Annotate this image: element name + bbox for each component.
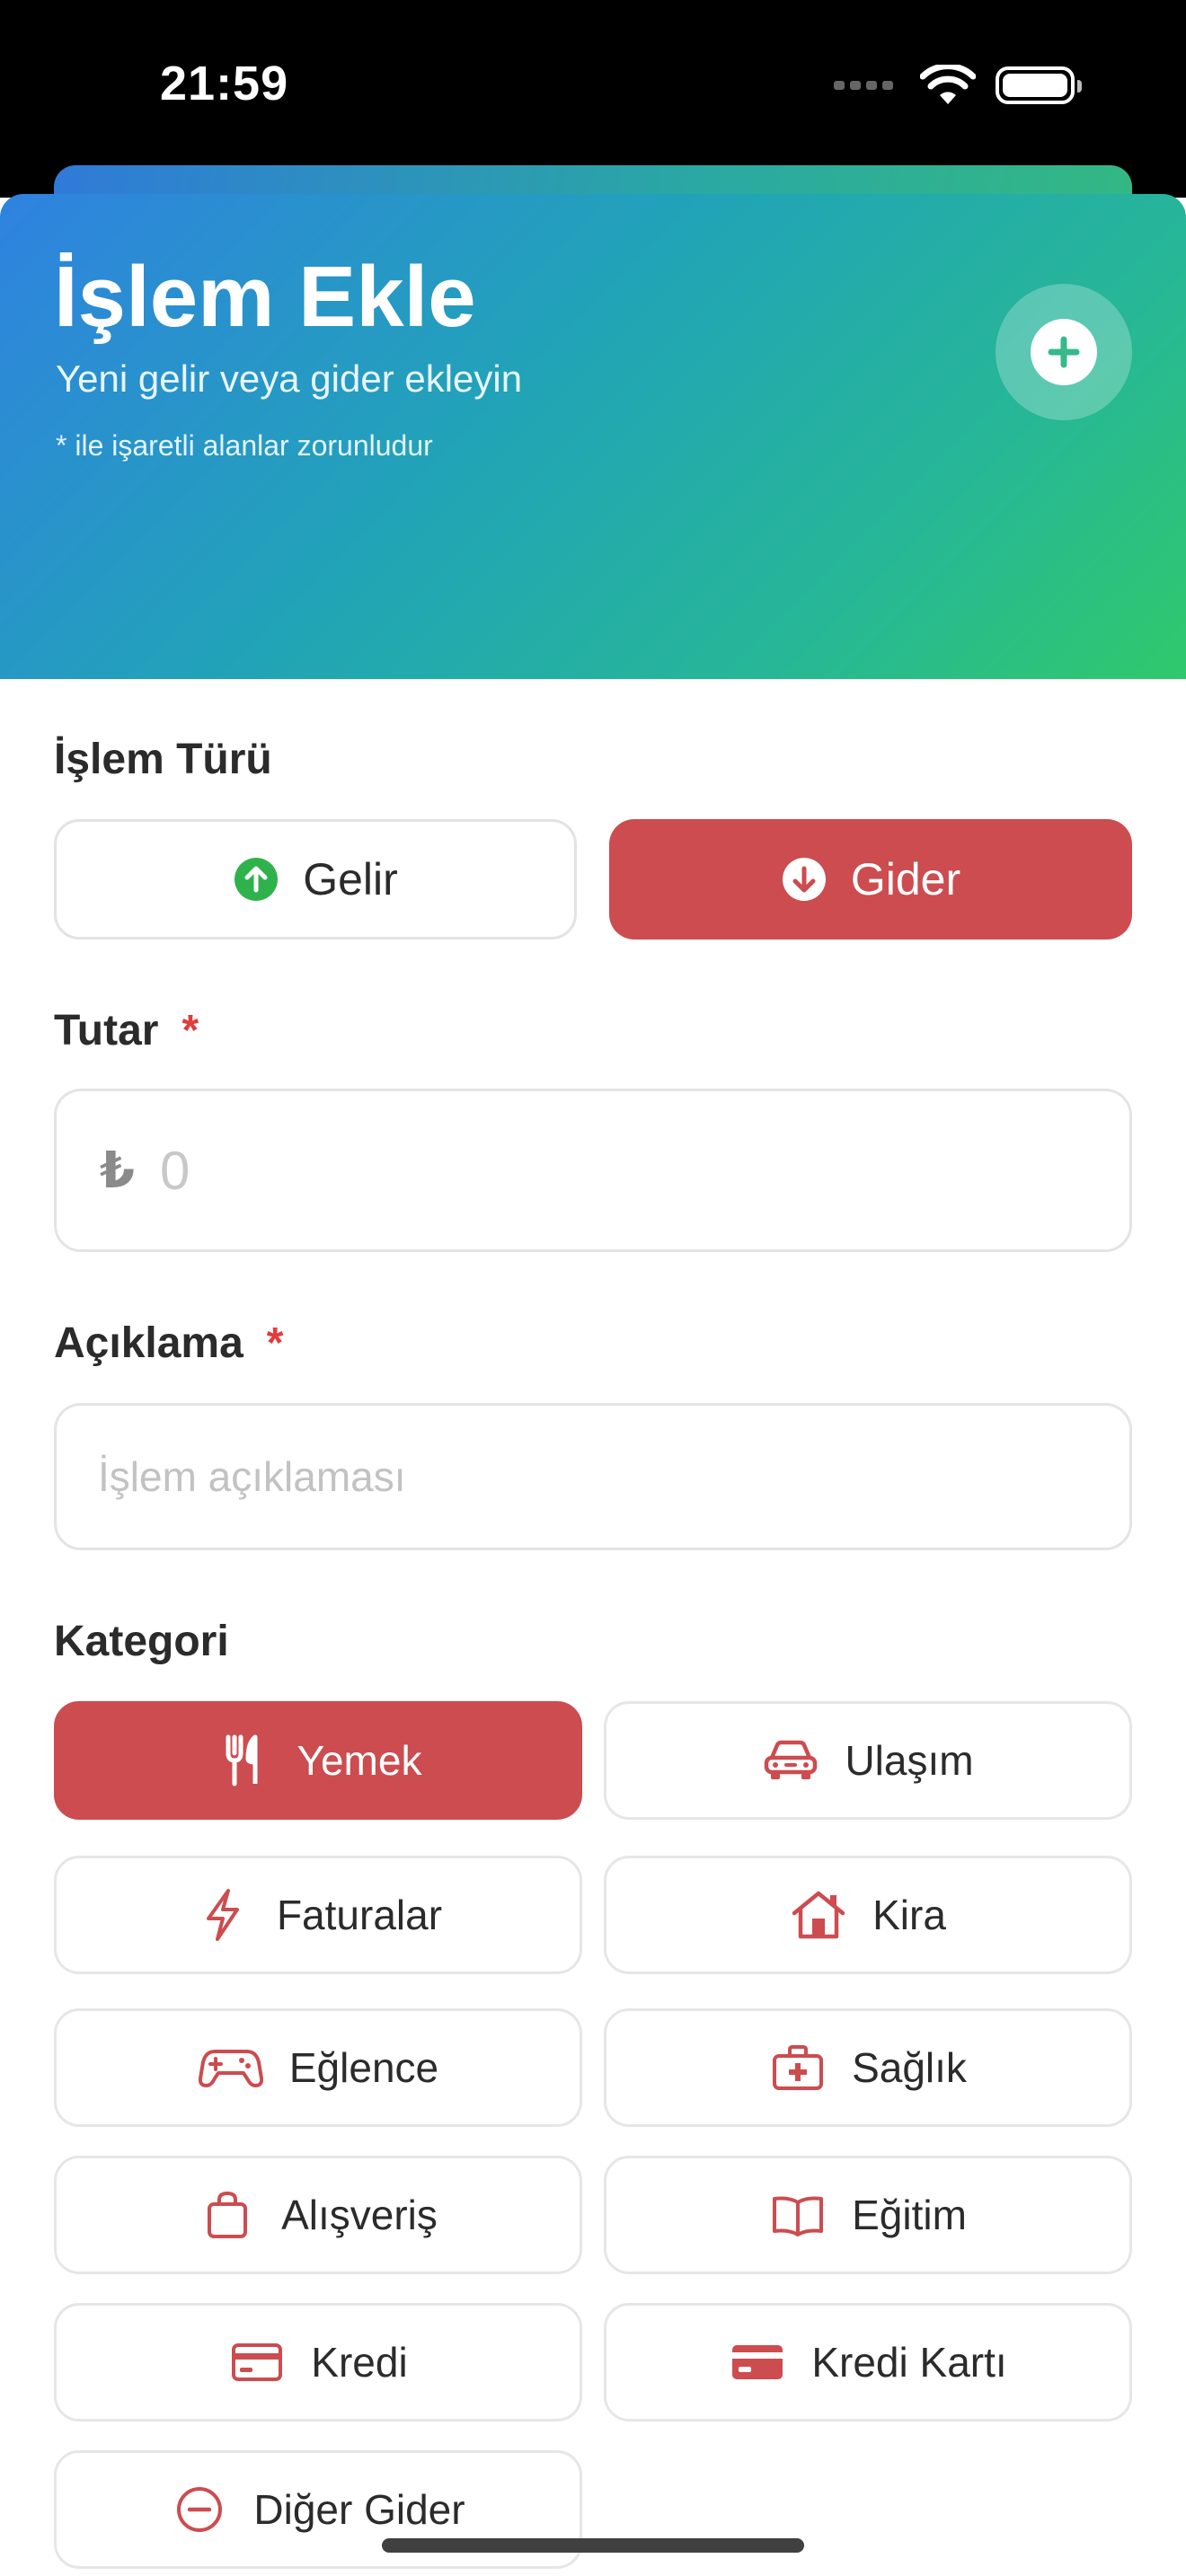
category-label-text: Diğer Gider — [253, 2486, 465, 2533]
category-yemek[interactable]: Yemek — [54, 1701, 582, 1820]
transaction-type-label: İşlem Türü — [54, 736, 272, 783]
currency-symbol: ₺ — [100, 1142, 135, 1198]
income-button[interactable]: Gelir — [54, 819, 577, 940]
book-icon — [769, 2186, 827, 2244]
description-placeholder: İşlem açıklaması — [98, 1453, 406, 1500]
expense-label: Gider — [850, 854, 961, 904]
status-icons — [834, 65, 1082, 106]
category-egitim[interactable]: Eğitim — [604, 2156, 1132, 2274]
category-kredi-karti[interactable]: Kredi Kartı — [604, 2303, 1132, 2422]
battery-icon — [996, 66, 1082, 104]
category-label-text: Kira — [872, 1892, 946, 1938]
category-label-text: Sağlık — [852, 2044, 967, 2091]
amount-placeholder: 0 — [159, 1140, 190, 1201]
fork-knife-icon — [215, 1732, 272, 1789]
amount-label-text: Tutar — [54, 1007, 159, 1054]
category-label-text: Kredi Kartı — [811, 2339, 1007, 2386]
category-label-text: Ulaşım — [845, 1737, 974, 1784]
category-alisveris[interactable]: Alışveriş — [54, 2156, 582, 2274]
car-icon — [762, 1732, 819, 1789]
medkit-icon — [769, 2039, 827, 2096]
income-label: Gelir — [303, 854, 398, 904]
minus-circle-icon — [171, 2481, 228, 2538]
credit-card-outline-icon — [228, 2333, 286, 2391]
amount-field[interactable]: ₺ 0 — [54, 1089, 1132, 1252]
category-kira[interactable]: Kira — [604, 1856, 1132, 1974]
cellular-signal-icon — [834, 81, 893, 90]
amount-label: Tutar * — [54, 1006, 199, 1055]
wifi-icon — [920, 65, 976, 104]
credit-card-filled-icon — [729, 2333, 786, 2391]
house-icon — [790, 1886, 847, 1944]
category-ulasim[interactable]: Ulaşım — [604, 1701, 1132, 1820]
required-mark: * — [181, 1007, 199, 1054]
category-label-text: Yemek — [296, 1737, 422, 1784]
gamepad-icon — [198, 2039, 264, 2096]
category-label-text: Eğlence — [288, 2044, 439, 2091]
page-subtitle: Yeni gelir veya gider ekleyin — [56, 357, 523, 400]
description-label-text: Açıklama — [54, 1319, 243, 1367]
description-field[interactable]: İşlem açıklaması — [54, 1403, 1132, 1550]
header-card: İşlem Ekle Yeni gelir veya gider ekleyin… — [0, 194, 1186, 679]
required-mark: * — [266, 1319, 284, 1367]
category-faturalar[interactable]: Faturalar — [54, 1856, 582, 1974]
arrow-down-circle-icon — [782, 858, 826, 901]
status-time: 21:59 — [160, 57, 289, 110]
category-label-text: Faturalar — [276, 1892, 443, 1938]
arrow-up-circle-icon — [235, 858, 279, 901]
bolt-icon — [194, 1886, 252, 1944]
add-button[interactable] — [996, 284, 1132, 420]
category-saglik[interactable]: Sağlık — [604, 2008, 1132, 2127]
expense-button[interactable]: Gider — [609, 819, 1132, 940]
category-label-text: Alışveriş — [281, 2192, 438, 2238]
category-label: Kategori — [54, 1618, 229, 1665]
category-label-text: Kredi — [311, 2339, 408, 2386]
home-indicator[interactable] — [382, 2538, 804, 2553]
required-note: * ile işaretli alanlar zorunludur — [56, 429, 433, 462]
shopping-bag-icon — [199, 2186, 256, 2244]
plus-icon — [1048, 336, 1080, 368]
category-eglence[interactable]: Eğlence — [54, 2008, 582, 2127]
category-label-text: Eğitim — [852, 2192, 967, 2238]
description-label: Açıklama * — [54, 1319, 283, 1368]
page-title: İşlem Ekle — [54, 249, 476, 345]
category-kredi[interactable]: Kredi — [54, 2303, 582, 2422]
